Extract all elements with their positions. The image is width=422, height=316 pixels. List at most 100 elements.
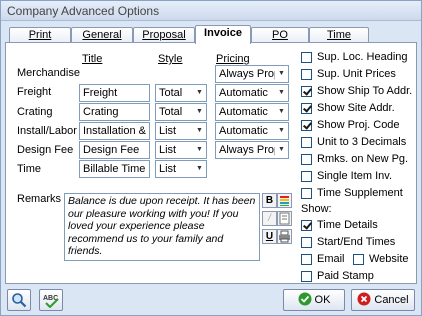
- chevron-down-icon: ▼: [275, 142, 288, 158]
- tab-general-label: General: [82, 29, 122, 41]
- text-color-button[interactable]: [277, 193, 292, 208]
- invoice-panel: Title Style Pricing Merchandise Freight …: [5, 42, 417, 284]
- chevron-down-icon: ▼: [193, 161, 206, 177]
- chevron-down-icon: ▼: [193, 123, 206, 139]
- option-label: Email: [317, 253, 345, 266]
- option-label: Paid Stamp: [317, 270, 374, 283]
- freight-style-value: Total: [159, 87, 183, 99]
- install-labor-title-input[interactable]: Installation &: [79, 122, 150, 140]
- option-label: Single Item Inv.: [317, 170, 392, 183]
- window-title: Company Advanced Options: [7, 4, 160, 18]
- show-section-label: Show:: [301, 203, 332, 215]
- checkbox[interactable]: [353, 253, 364, 265]
- option-sup-loc-heading[interactable]: Sup. Loc. Heading: [301, 51, 408, 65]
- checkbox[interactable]: [301, 236, 312, 248]
- crating-title-input[interactable]: Crating: [79, 103, 150, 121]
- color-lines-icon: [280, 196, 289, 206]
- option-show-ship-to-addr[interactable]: Show Ship To Addr.: [301, 85, 412, 99]
- tab-po[interactable]: PO: [251, 27, 309, 43]
- install-labor-style-value: List: [159, 125, 177, 137]
- show-time-details[interactable]: Time Details: [301, 219, 378, 233]
- print-button[interactable]: [277, 229, 292, 244]
- option-show-proj-code[interactable]: Show Proj. Code: [301, 119, 400, 133]
- italic-icon: /: [268, 213, 271, 224]
- insert-text-button[interactable]: [277, 211, 292, 226]
- checkbox[interactable]: [301, 68, 312, 80]
- freight-pricing-value: Automatic: [219, 87, 268, 99]
- option-label: Show Site Addr.: [317, 102, 395, 115]
- freight-style-select[interactable]: Total ▼: [155, 84, 207, 102]
- chevron-down-icon: ▼: [275, 66, 288, 82]
- checkbox[interactable]: [301, 170, 312, 182]
- checkbox[interactable]: [301, 153, 312, 165]
- design-fee-title-input[interactable]: Design Fee: [79, 141, 150, 159]
- show-website[interactable]: Website: [353, 253, 409, 267]
- option-show-site-addr[interactable]: Show Site Addr.: [301, 102, 395, 116]
- cancel-button[interactable]: Cancel: [351, 289, 415, 311]
- option-label: Sup. Loc. Heading: [317, 51, 408, 64]
- tab-proposal-label: Proposal: [142, 29, 186, 41]
- option-label: Start/End Times: [317, 236, 396, 249]
- tab-general[interactable]: General: [71, 27, 133, 43]
- option-label: Time Supplement: [317, 187, 403, 200]
- checkbox[interactable]: [301, 51, 312, 63]
- time-title-input[interactable]: Billable Time: [79, 160, 150, 178]
- show-paid-stamp[interactable]: Paid Stamp: [301, 270, 374, 284]
- chevron-down-icon: ▼: [193, 104, 206, 120]
- crating-style-select[interactable]: Total ▼: [155, 103, 207, 121]
- crating-pricing-value: Automatic: [219, 106, 268, 118]
- design-fee-pricing-select[interactable]: Always Propc ▼: [215, 141, 289, 159]
- show-email[interactable]: Email: [301, 253, 345, 267]
- option-single-item-inv[interactable]: Single Item Inv.: [301, 170, 392, 184]
- install-labor-pricing-value: Automatic: [219, 125, 268, 137]
- checkbox-checked[interactable]: [301, 85, 312, 97]
- tab-time[interactable]: Time: [309, 27, 369, 43]
- option-sup-unit-prices[interactable]: Sup. Unit Prices: [301, 68, 396, 82]
- option-label: Show Ship To Addr.: [317, 85, 413, 98]
- design-fee-style-value: List: [159, 144, 177, 156]
- ok-button[interactable]: OK: [283, 289, 345, 311]
- merchandise-pricing-select[interactable]: Always Propc ▼: [215, 65, 289, 83]
- checkbox-checked[interactable]: [301, 119, 312, 131]
- checkbox[interactable]: [301, 253, 312, 265]
- checkbox[interactable]: [301, 136, 312, 148]
- pricing-column-header: Pricing: [216, 53, 250, 65]
- option-label: Sup. Unit Prices: [317, 68, 396, 81]
- time-style-value: List: [159, 163, 177, 175]
- checkbox-checked[interactable]: [301, 102, 312, 114]
- remarks-textarea[interactable]: Balance is due upon receipt. It has been…: [64, 193, 260, 261]
- title-bar: Company Advanced Options: [1, 1, 421, 21]
- title-column-header: Title: [82, 53, 103, 65]
- install-labor-style-select[interactable]: List ▼: [155, 122, 207, 140]
- bold-button[interactable]: B: [262, 193, 277, 208]
- chevron-down-icon: ▼: [193, 85, 206, 101]
- time-style-select[interactable]: List ▼: [155, 160, 207, 178]
- tab-proposal[interactable]: Proposal: [133, 27, 195, 43]
- freight-title-input[interactable]: Freight: [79, 84, 150, 102]
- chevron-down-icon: ▼: [193, 142, 206, 158]
- checkbox[interactable]: [301, 270, 312, 282]
- spellcheck-button[interactable]: ABC: [39, 289, 63, 311]
- crating-style-value: Total: [159, 106, 183, 118]
- tab-print[interactable]: Print: [9, 27, 71, 43]
- checkbox-checked[interactable]: [301, 219, 312, 231]
- company-advanced-options-window: Company Advanced Options Print General P…: [0, 0, 422, 316]
- freight-pricing-select[interactable]: Automatic ▼: [215, 84, 289, 102]
- option-unit-to-3-decimals[interactable]: Unit to 3 Decimals: [301, 136, 406, 150]
- underline-button[interactable]: U: [262, 229, 277, 244]
- tab-invoice-label: Invoice: [204, 27, 242, 39]
- remarks-label: Remarks: [17, 193, 62, 205]
- chevron-down-icon: ▼: [275, 123, 288, 139]
- show-start-end-times[interactable]: Start/End Times: [301, 236, 395, 250]
- option-time-supplement[interactable]: Time Supplement: [301, 187, 403, 201]
- tab-invoice[interactable]: Invoice: [195, 25, 251, 44]
- design-fee-style-select[interactable]: List ▼: [155, 141, 207, 159]
- option-rmks-on-new-pg[interactable]: Rmks. on New Pg.: [301, 153, 408, 167]
- option-label: Rmks. on New Pg.: [317, 153, 409, 166]
- italic-button[interactable]: /: [262, 211, 277, 226]
- install-labor-pricing-select[interactable]: Automatic ▼: [215, 122, 289, 140]
- style-column-header: Style: [158, 53, 183, 65]
- search-button[interactable]: [7, 289, 31, 311]
- checkbox[interactable]: [301, 187, 312, 199]
- crating-pricing-select[interactable]: Automatic ▼: [215, 103, 289, 121]
